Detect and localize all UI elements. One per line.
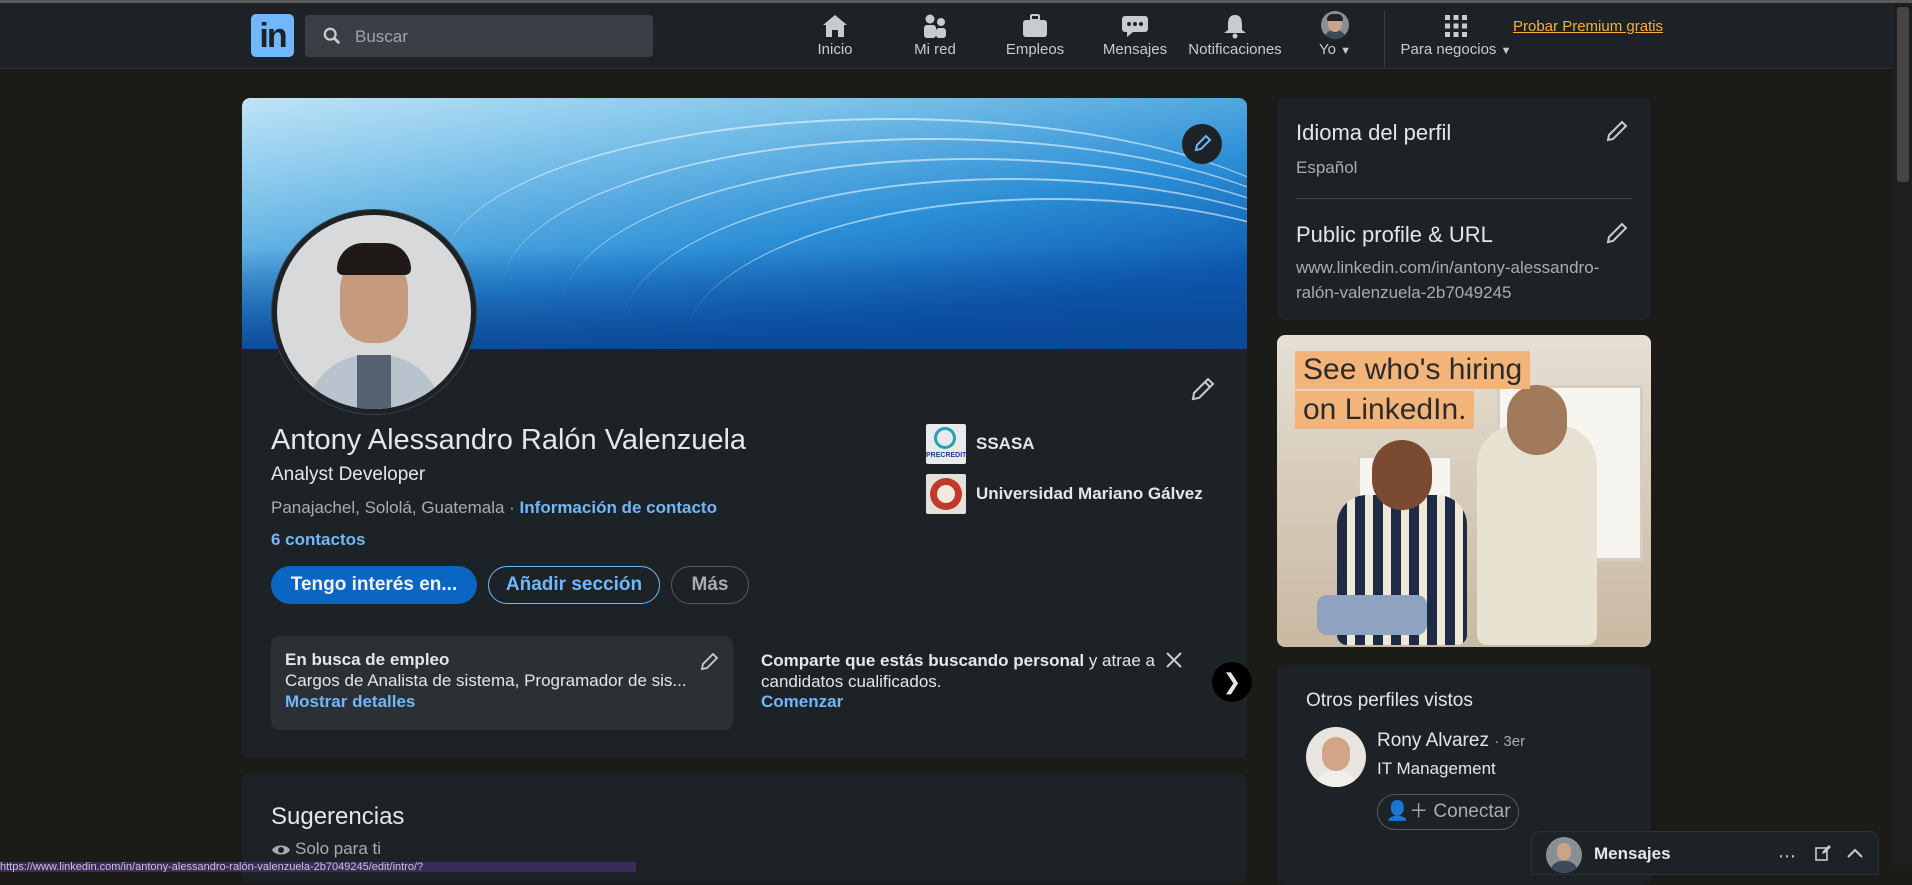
me-avatar	[1321, 11, 1349, 39]
person-name-line[interactable]: Rony Alvarez · 3er	[1377, 730, 1525, 752]
open-to-work-title: En busca de empleo	[285, 650, 450, 669]
edit-banner-button[interactable]	[1182, 124, 1222, 164]
carousel-next-chevron-icon[interactable]: ❯	[1212, 662, 1252, 702]
edit-intro-pencil-icon[interactable]	[1188, 374, 1218, 404]
grid-icon	[1445, 15, 1467, 37]
nav-jobs-label: Empleos	[1005, 41, 1065, 58]
ad-headline-line1: See who's hiring	[1295, 351, 1531, 389]
try-premium-link[interactable]: Probar Premium gratis	[1513, 18, 1663, 35]
nav-business-label: Para negocios	[1400, 41, 1497, 58]
profile-location: Panajachel, Sololá, Guatemala	[271, 498, 505, 517]
nav-notifications-label: Notificaciones	[1188, 41, 1282, 58]
open-to-button[interactable]: Tengo interés en...	[271, 566, 477, 604]
briefcase-icon	[1023, 14, 1047, 37]
search-box[interactable]	[305, 15, 653, 59]
home-icon	[823, 15, 847, 37]
eye-icon	[272, 845, 290, 855]
open-to-work-card[interactable]: En busca de empleo Cargos de Analista de…	[271, 636, 733, 730]
person-avatar[interactable]	[1306, 727, 1366, 787]
search-input[interactable]	[353, 15, 647, 59]
public-profile-title: Public profile & URL	[1296, 222, 1493, 247]
nav-business[interactable]: Para negocios ▼	[1398, 9, 1514, 65]
add-person-icon: 👤＋	[1385, 801, 1429, 822]
public-profile-url: www.linkedin.com/in/antony-alessandro-ra…	[1296, 258, 1600, 302]
nav-home[interactable]: Inicio	[810, 9, 860, 65]
precredit-logo-text: PRECREDIT	[926, 452, 967, 459]
nav-messaging-label: Mensajes	[1102, 41, 1168, 58]
more-button[interactable]: Más	[671, 566, 749, 604]
nav-network[interactable]: Mi red	[910, 9, 960, 65]
org-name-umg: Universidad Mariano Gálvez	[976, 484, 1203, 503]
hiring-card: Comparte que estás buscando personal y a…	[753, 636, 1233, 730]
profile-location-line: Panajachel, Sololá, Guatemala · Informac…	[271, 498, 717, 517]
scrollbar-thumb[interactable]	[1897, 7, 1909, 182]
pencil-icon	[1194, 134, 1212, 152]
university-seal-icon	[926, 474, 966, 514]
nav-divider	[1384, 11, 1385, 67]
more-options-icon[interactable]: ⋯	[1778, 846, 1796, 867]
precredit-logo-icon: PRECREDIT	[926, 424, 966, 464]
show-details-link[interactable]: Mostrar detalles	[285, 692, 415, 712]
connect-button[interactable]: 👤＋ Conectar	[1377, 794, 1519, 830]
nav-network-label: Mi red	[914, 41, 956, 58]
profile-settings-card: Idioma del perfil Español Public profile…	[1277, 98, 1651, 320]
messaging-icon	[1122, 16, 1148, 37]
edit-language-pencil-icon[interactable]	[1604, 118, 1630, 144]
edit-url-pencil-icon[interactable]	[1604, 220, 1630, 246]
chevron-down-icon: ▼	[1500, 45, 1512, 57]
add-section-button[interactable]: Añadir sección	[488, 566, 660, 604]
others-viewed-title: Otros perfiles vistos	[1306, 690, 1473, 711]
connections-link[interactable]: 6 contactos	[271, 530, 365, 550]
messaging-avatar	[1546, 837, 1582, 873]
org-name-ssasa: SSASA	[976, 434, 1035, 453]
profile-photo[interactable]	[272, 210, 476, 414]
nav-home-label: Inicio	[817, 41, 853, 58]
divider	[1296, 198, 1632, 199]
chevron-down-icon: ▼	[1340, 45, 1352, 57]
messaging-overlay[interactable]: Mensajes ⋯	[1532, 832, 1878, 874]
page-scrollbar[interactable]	[1894, 3, 1912, 870]
contact-info-link[interactable]: Información de contacto	[520, 498, 717, 517]
status-bar-url: https://www.linkedin.com/in/antony-aless…	[0, 862, 636, 872]
linkedin-logo-icon[interactable]: in	[251, 14, 294, 57]
get-started-link[interactable]: Comenzar	[761, 692, 843, 712]
nav-messaging[interactable]: Mensajes	[1100, 9, 1170, 65]
open-to-work-roles: Cargos de Analista de sistema, Programad…	[285, 671, 687, 690]
ad-headline-line2: on LinkedIn.	[1295, 391, 1475, 429]
nav-notifications[interactable]: Notificaciones	[1187, 9, 1283, 65]
ad-person-right	[1477, 425, 1597, 645]
search-icon	[323, 27, 341, 45]
person-name: Rony Alvarez	[1377, 730, 1489, 751]
profile-name: Antony Alessandro Ralón Valenzuela	[271, 424, 747, 456]
compose-icon[interactable]	[1814, 844, 1832, 862]
profile-headline: Analyst Developer	[271, 464, 426, 485]
bell-icon	[1224, 15, 1246, 39]
profile-card: Antony Alessandro Ralón Valenzuela Analy…	[242, 98, 1247, 758]
nav-jobs[interactable]: Empleos	[1000, 9, 1070, 65]
connection-degree: · 3er	[1494, 733, 1526, 750]
nav-me-label: Yo	[1318, 41, 1336, 58]
hiring-ad[interactable]: See who's hiring on LinkedIn.	[1277, 335, 1651, 647]
network-icon	[924, 14, 946, 38]
profile-language-value: Español	[1296, 158, 1358, 177]
edit-pencil-icon[interactable]	[699, 650, 721, 672]
suggestions-title: Sugerencias	[271, 803, 405, 830]
close-icon[interactable]	[1164, 650, 1184, 670]
top-navbar: in Inicio Mi red Empleos Mensajes Notifi…	[0, 3, 1912, 69]
person-headline: IT Management	[1377, 759, 1496, 778]
suggestions-subtitle: Solo para ti	[271, 839, 381, 859]
profile-language-title: Idioma del perfil	[1296, 120, 1452, 145]
nav-me[interactable]: Yo ▼	[1310, 9, 1360, 65]
messaging-label: Mensajes	[1594, 844, 1671, 863]
chevron-up-icon[interactable]	[1846, 846, 1864, 860]
hiring-text: Comparte que estás buscando personal y a…	[761, 651, 1155, 691]
